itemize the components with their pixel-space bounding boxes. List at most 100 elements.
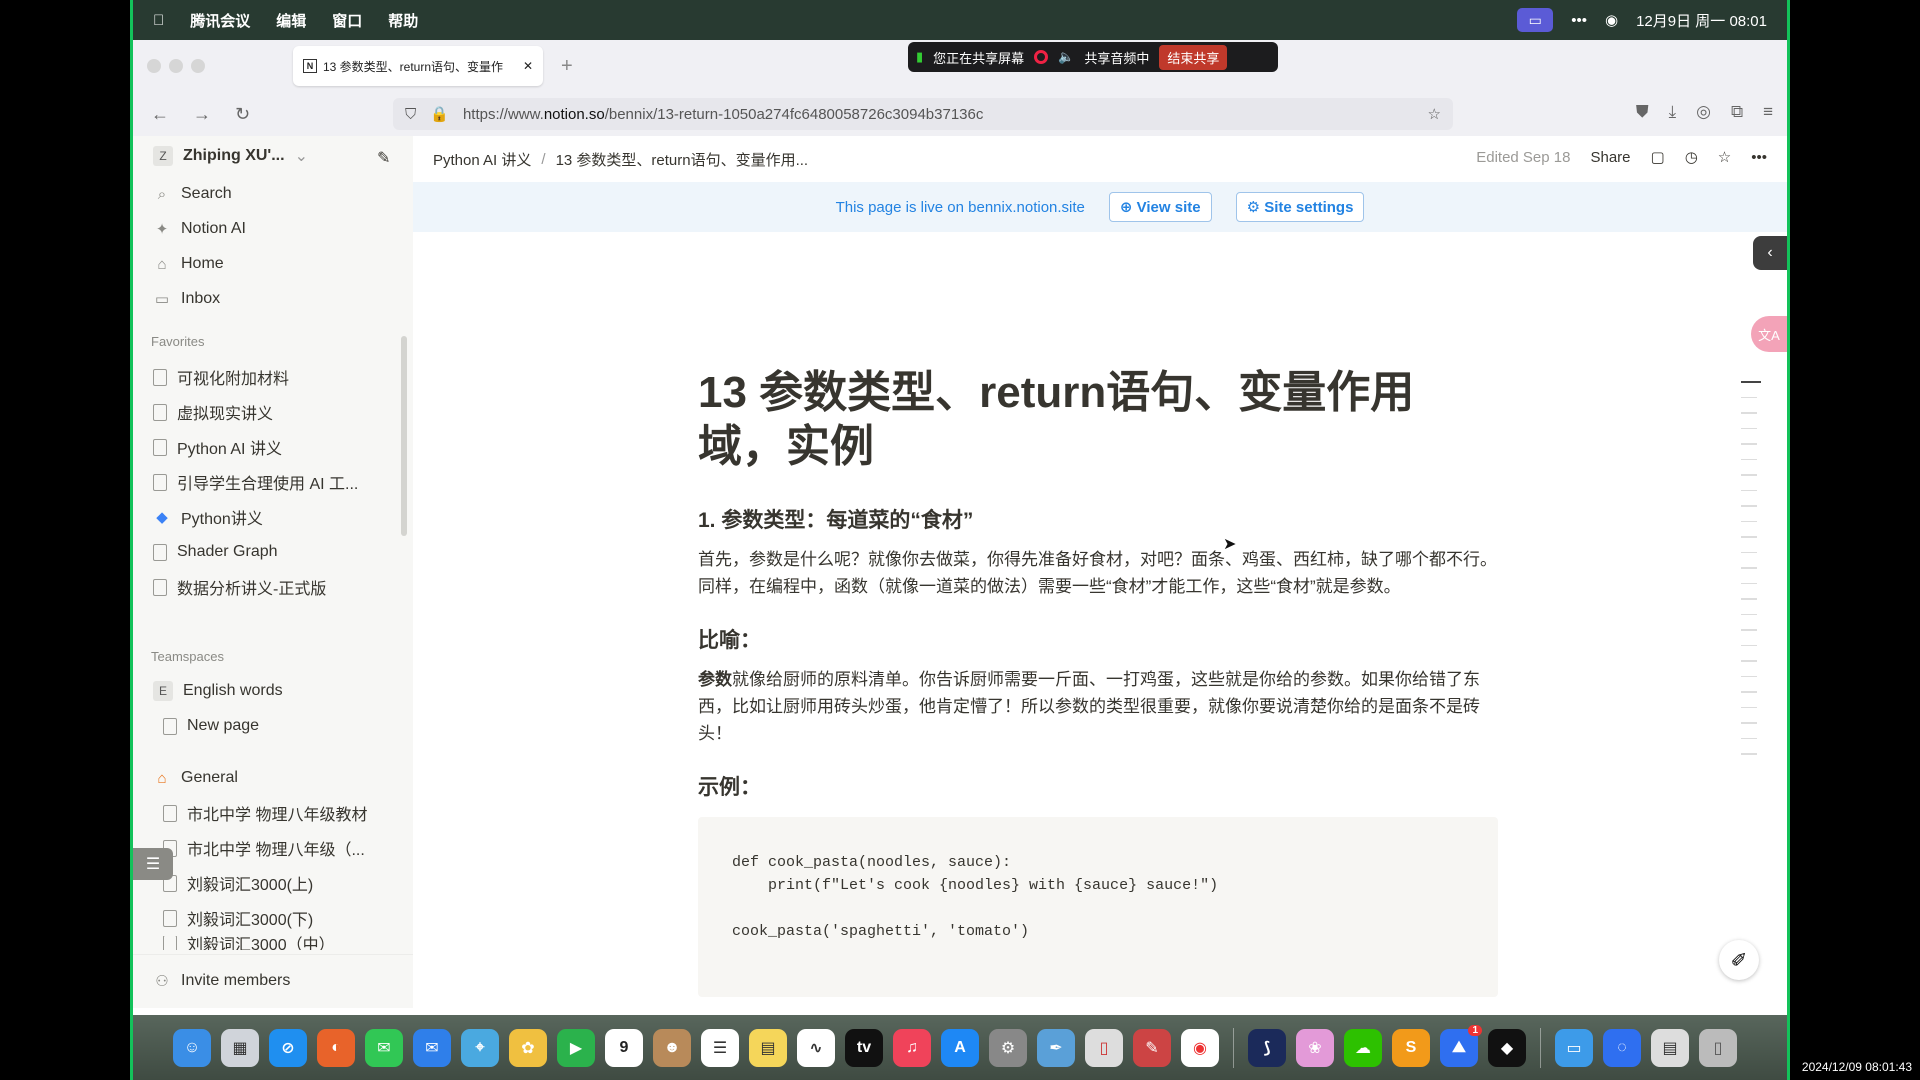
- chrome-icon[interactable]: ◉: [1181, 1028, 1219, 1067]
- paint-icon[interactable]: ✎: [1133, 1028, 1171, 1067]
- view-site-button[interactable]: ⊕ View site: [1108, 192, 1212, 222]
- workspace-switcher[interactable]: Z Zhiping XU'... ⌄: [153, 146, 308, 166]
- new-tab-button[interactable]: +: [561, 55, 573, 78]
- general-item[interactable]: 刘毅词汇3000(上): [163, 868, 313, 898]
- menubar-datetime[interactable]: 12月9日 周一 08:01: [1636, 10, 1767, 31]
- browser-app-icon[interactable]: ◌: [1603, 1028, 1641, 1067]
- edited-timestamp[interactable]: Edited Sep 18: [1476, 149, 1570, 166]
- close-window-button[interactable]: [147, 59, 161, 73]
- teamspace-english-words[interactable]: E English words: [153, 676, 283, 706]
- screen-share-icon[interactable]: ▭: [1517, 8, 1554, 32]
- mail-icon[interactable]: ✉: [413, 1028, 451, 1067]
- control-center-icon[interactable]: ◉: [1605, 11, 1618, 29]
- share-button[interactable]: Share: [1590, 149, 1630, 166]
- audio-status[interactable]: 共享音频中: [1084, 48, 1149, 67]
- favorite-item[interactable]: Shader Graph: [153, 537, 278, 567]
- favorite-item[interactable]: 数据分析讲义-正式版: [153, 572, 326, 602]
- sidebar-inbox[interactable]: ▭ Inbox: [153, 284, 220, 314]
- paragraph-metaphor[interactable]: 参数就像给厨师的原料清单。你告诉厨师需要一斤面、一打鸡蛋，这些就是你给的参数。如…: [698, 666, 1498, 747]
- notion-ai-help-icon[interactable]: ✐: [1719, 940, 1759, 980]
- general-item[interactable]: 刘毅词汇3000(下): [163, 903, 313, 933]
- trash-icon[interactable]: ▯: [1699, 1028, 1737, 1067]
- heading-param-types[interactable]: 1. 参数类型：每道菜的“食材”: [698, 504, 1498, 534]
- favorite-item[interactable]: ◆ Python讲义: [153, 502, 263, 532]
- screenshot-icon[interactable]: ▤: [1651, 1028, 1689, 1067]
- menu-window[interactable]: 窗口: [332, 10, 362, 31]
- forward-icon[interactable]: →: [193, 104, 211, 125]
- firefox-icon[interactable]: ◐: [317, 1028, 355, 1067]
- paragraph-intro[interactable]: 首先，参数是什么呢？就像你去做菜，你得先准备好食材，对吧？面条、鸡蛋、西红柿，缺…: [698, 546, 1498, 600]
- url-text[interactable]: https://www.notion.so/bennix/13-return-1…: [463, 106, 1414, 123]
- sidebar-scrollbar[interactable]: [401, 336, 407, 536]
- code-block[interactable]: def cook_pasta(noodles, sauce): print(f"…: [698, 817, 1498, 997]
- comments-icon[interactable]: ▢: [1651, 148, 1665, 166]
- music-icon[interactable]: ♫: [893, 1028, 931, 1067]
- reminders-icon[interactable]: ☰: [701, 1028, 739, 1067]
- launchpad-icon[interactable]: ▦: [221, 1028, 259, 1067]
- favorite-item[interactable]: Python AI 讲义: [153, 432, 282, 462]
- wechat-icon[interactable]: ☁: [1344, 1028, 1382, 1067]
- menu-app[interactable]: 腾讯会议: [190, 10, 250, 31]
- teamspace-general[interactable]: ⌂ General: [153, 763, 237, 793]
- mandala-app-icon[interactable]: ❀: [1296, 1028, 1334, 1067]
- download-icon[interactable]: ⤓: [1669, 102, 1677, 122]
- table-of-contents[interactable]: [1741, 381, 1761, 769]
- tencent-meeting-icon[interactable]: ⛰ 1: [1440, 1024, 1482, 1067]
- site-settings-button[interactable]: ⚙ Site settings: [1235, 192, 1365, 222]
- sidebar-home[interactable]: ⌂ Home: [153, 249, 223, 279]
- minimize-window-button[interactable]: [169, 59, 183, 73]
- messages-icon[interactable]: ✉: [365, 1028, 403, 1067]
- favorite-star-icon[interactable]: ☆: [1718, 148, 1731, 166]
- more-options-icon[interactable]: •••: [1751, 149, 1767, 166]
- menu-edit[interactable]: 编辑: [276, 10, 306, 31]
- general-item[interactable]: 市北中学 物理八年级（...: [163, 833, 365, 863]
- sidebar-search[interactable]: ⌕ Search: [153, 179, 232, 209]
- shield-icon[interactable]: ⛉: [405, 106, 416, 123]
- sublime-icon[interactable]: S: [1392, 1028, 1430, 1067]
- account-icon[interactable]: ◎: [1696, 102, 1711, 122]
- invite-members-button[interactable]: ⚇ Invite members: [153, 966, 290, 996]
- close-tab-icon[interactable]: ✕: [523, 59, 533, 73]
- heading-metaphor[interactable]: 比喻：: [698, 624, 1498, 654]
- general-item[interactable]: 市北中学 物理八年级教材: [163, 798, 367, 828]
- notes-icon[interactable]: ▤: [749, 1028, 787, 1067]
- vscode-icon[interactable]: ⟆: [1248, 1028, 1286, 1067]
- browser-tab[interactable]: N 13 参数类型、return语句、变量作 ✕: [293, 46, 543, 86]
- photos-icon[interactable]: ✿: [509, 1028, 547, 1067]
- facetime-icon[interactable]: ▶: [557, 1028, 595, 1067]
- unity-icon[interactable]: ◆: [1488, 1028, 1526, 1067]
- extensions-icon[interactable]: ⧉: [1731, 102, 1743, 122]
- calendar-icon[interactable]: 9: [605, 1028, 643, 1067]
- pen-tool-icon[interactable]: ✒: [1037, 1028, 1075, 1067]
- breadcrumb-parent[interactable]: Python AI 讲义: [433, 149, 531, 170]
- heading-example[interactable]: 示例：: [698, 771, 1498, 801]
- favorites-heading[interactable]: Favorites: [151, 334, 204, 349]
- collapse-side-icon[interactable]: ‹: [1753, 236, 1787, 270]
- zoom-window-button[interactable]: [191, 59, 205, 73]
- folder-icon[interactable]: ▭: [1555, 1028, 1593, 1067]
- translate-icon[interactable]: 文A: [1751, 316, 1787, 352]
- sidebar-notion-ai[interactable]: ✦ Notion AI: [153, 214, 246, 244]
- history-icon[interactable]: ◷: [1685, 148, 1698, 166]
- breadcrumb-current[interactable]: 13 参数类型、return语句、变量作用...: [556, 149, 809, 170]
- apple-tv-icon[interactable]: tv: [845, 1028, 883, 1067]
- outline-toggle-icon[interactable]: ☰: [133, 848, 173, 880]
- freeform-icon[interactable]: ∿: [797, 1028, 835, 1067]
- contacts-icon[interactable]: ☻: [653, 1028, 691, 1067]
- back-icon[interactable]: ←: [151, 104, 169, 125]
- more-icon[interactable]: •••: [1571, 12, 1587, 29]
- menu-icon[interactable]: ≡: [1763, 102, 1773, 122]
- maps-icon[interactable]: ⌖: [461, 1028, 499, 1067]
- record-icon[interactable]: [1034, 50, 1049, 64]
- menu-help[interactable]: 帮助: [388, 10, 418, 31]
- end-share-button[interactable]: 结束共享: [1159, 44, 1228, 70]
- finder-icon[interactable]: ☺: [173, 1028, 211, 1067]
- new-page-item[interactable]: New page: [163, 711, 259, 741]
- page-title[interactable]: 13 参数类型、return语句、变量作用域，实例: [698, 366, 1498, 474]
- favorite-item[interactable]: 可视化附加材料: [153, 362, 289, 392]
- system-settings-icon[interactable]: ⚙: [989, 1028, 1027, 1067]
- iphone-mirror-icon[interactable]: ▯: [1085, 1028, 1123, 1067]
- reload-icon[interactable]: ↻: [235, 104, 250, 125]
- favorite-item[interactable]: 虚拟现实讲义: [153, 397, 273, 427]
- teamspaces-heading[interactable]: Teamspaces: [151, 649, 224, 664]
